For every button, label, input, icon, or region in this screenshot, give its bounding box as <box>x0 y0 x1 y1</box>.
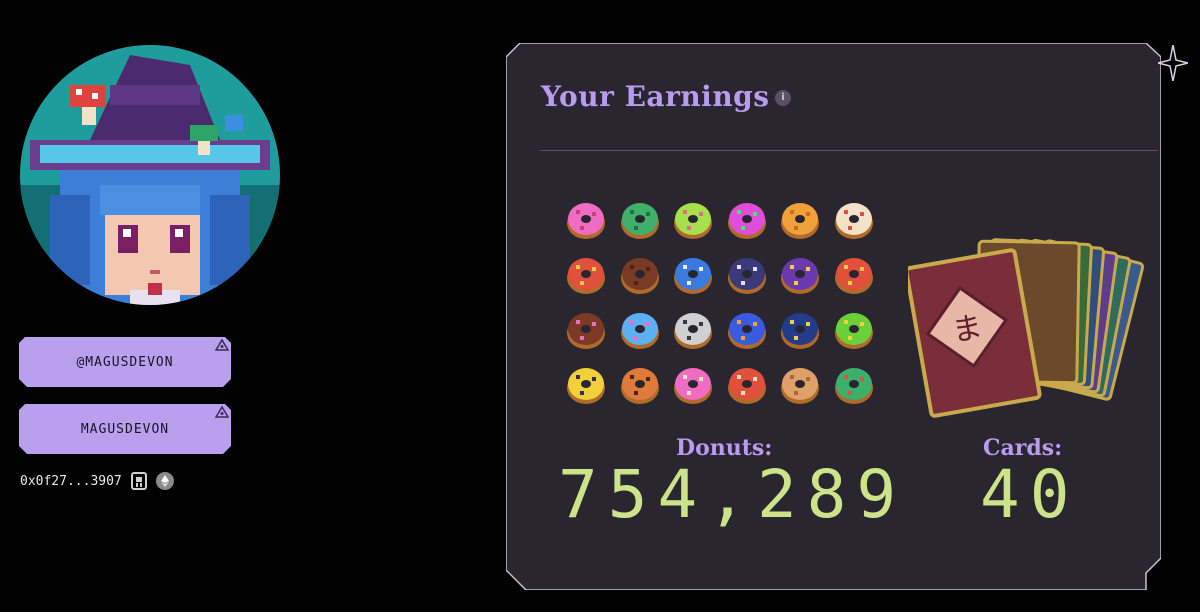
ronin-icon[interactable] <box>130 472 148 490</box>
avatar <box>20 45 280 305</box>
bat-donut-icon <box>566 365 606 405</box>
omega-donut-icon <box>727 255 767 295</box>
handle-primary-label: @MAGUSDEVON <box>76 354 174 370</box>
handle-button-secondary[interactable]: MAGUSDEVON <box>19 404 231 454</box>
ethereum-icon[interactable] <box>155 472 174 490</box>
green-sprinkle-donut-icon <box>620 200 660 240</box>
chocolate-donut-icon <box>620 255 660 295</box>
sparkle-icon <box>1158 45 1188 81</box>
skull-donut-icon <box>673 310 713 350</box>
smiley-donut-icon <box>834 310 874 350</box>
handle-button-primary[interactable]: @MAGUSDEVON <box>19 337 231 387</box>
svg-text:ま: ま <box>949 310 985 350</box>
illuminati-icon <box>215 406 229 418</box>
illuminati-icon <box>215 339 229 351</box>
donuts-value: 754,289 <box>558 456 907 533</box>
toast-donut-icon <box>780 365 820 405</box>
cards-value: 40 <box>980 456 1080 533</box>
star-donut-icon <box>780 255 820 295</box>
earnings-title: Your Earnings <box>541 80 770 113</box>
pink-bite-donut-icon <box>673 365 713 405</box>
cream-donut-icon <box>834 200 874 240</box>
divider <box>540 150 1158 151</box>
sunglasses-donut-icon <box>834 255 874 295</box>
moon-donut-icon <box>780 310 820 350</box>
card-stack-icon: ま <box>908 238 1145 418</box>
swirl-donut-icon <box>566 255 606 295</box>
blue-galaxy-donut-icon <box>727 310 767 350</box>
lime-drip-donut-icon <box>673 200 713 240</box>
rainbow-donut-icon <box>727 200 767 240</box>
blue-sprinkle-donut-icon <box>620 310 660 350</box>
donut-collection <box>566 200 876 420</box>
wallet-row: 0x0f27...3907 <box>20 471 174 491</box>
pixel-witch-avatar-icon <box>20 45 280 305</box>
pink-donut-icon <box>566 200 606 240</box>
blue-striped-donut-icon <box>673 255 713 295</box>
orange-donut-icon <box>780 200 820 240</box>
handle-secondary-label: MAGUSDEVON <box>80 421 170 437</box>
choc-sprinkle-donut-icon <box>566 310 606 350</box>
sushi-donut-icon <box>727 365 767 405</box>
wallet-address[interactable]: 0x0f27...3907 <box>20 474 122 489</box>
info-icon[interactable]: i <box>775 90 791 106</box>
frog-donut-icon <box>834 365 874 405</box>
cat-donut-icon <box>620 365 660 405</box>
